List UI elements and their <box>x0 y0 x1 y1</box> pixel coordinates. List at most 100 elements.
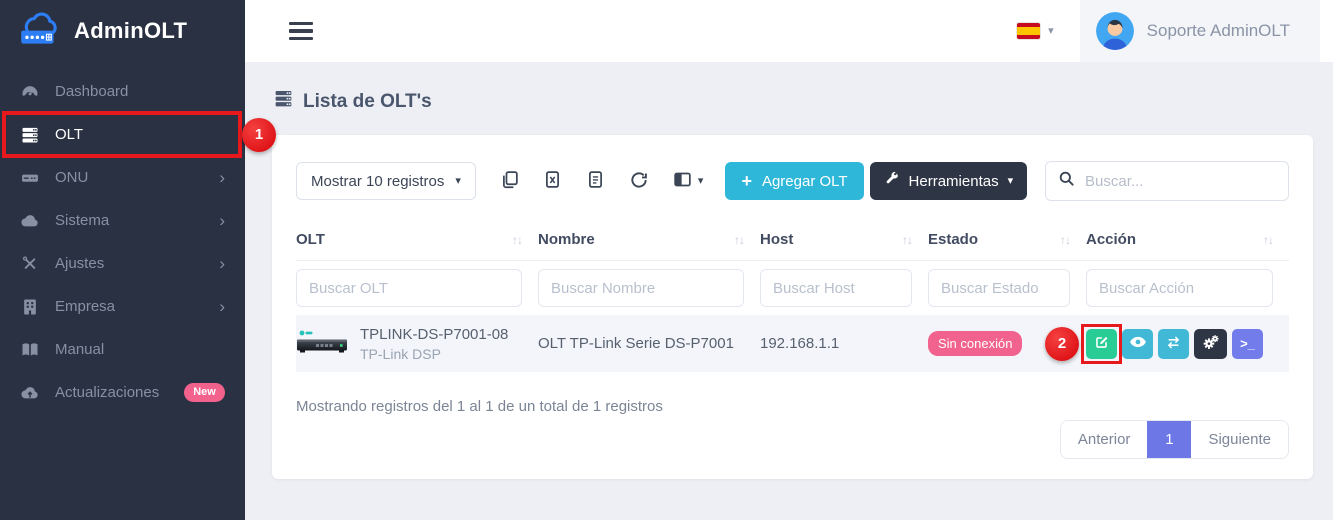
status-badge: Sin conexión <box>928 331 1022 356</box>
page-length-dropdown[interactable]: Mostrar 10 registros ▾ <box>296 162 476 200</box>
device-icon <box>20 168 40 188</box>
sidebar-item-olt[interactable]: OLT 1 <box>0 113 245 156</box>
menu-toggle-button[interactable] <box>289 18 313 45</box>
topbar: ▾ Soporte AdminOLT <box>245 0 1333 62</box>
sidebar-item-label: Actualizaciones <box>55 384 159 401</box>
sort-icon: ↑↓ <box>734 233 744 247</box>
refresh-icon <box>629 170 649 193</box>
sidebar: AdminOLT Dashboard OLT 1 <box>0 0 245 520</box>
copy-icon <box>500 170 519 192</box>
book-icon <box>20 340 40 360</box>
column-header-nombre[interactable]: Nombre ↑↓ <box>538 231 760 248</box>
caret-down-icon: ▾ <box>698 176 704 187</box>
sidebar-item-label: Ajustes <box>55 255 104 272</box>
server-icon <box>273 88 294 115</box>
edit-olt-button[interactable] <box>1086 329 1117 359</box>
topbar-right: ▾ Soporte AdminOLT <box>991 0 1333 62</box>
add-olt-button[interactable]: + Agregar OLT <box>725 162 863 200</box>
user-menu[interactable]: Soporte AdminOLT <box>1080 0 1320 62</box>
sort-icon: ↑↓ <box>1263 233 1273 247</box>
sidebar-item-label: ONU <box>55 169 88 186</box>
sidebar-item-dashboard[interactable]: Dashboard <box>0 70 245 113</box>
avatar <box>1096 12 1134 50</box>
tools-dropdown-button[interactable]: Herramientas ▾ <box>870 162 1028 200</box>
sidebar-item-sistema[interactable]: Sistema › <box>0 199 245 242</box>
plus-icon: + <box>741 172 752 190</box>
table-columns-icon <box>673 170 692 192</box>
new-badge: New <box>184 383 225 402</box>
sort-icon: ↑↓ <box>902 233 912 247</box>
sidebar-item-label: Empresa <box>55 298 115 315</box>
column-header-olt[interactable]: OLT ↑↓ <box>296 231 538 248</box>
spain-flag-icon <box>1017 23 1040 39</box>
filter-estado-input[interactable] <box>928 269 1070 307</box>
exchange-button[interactable] <box>1158 329 1189 359</box>
filter-nombre-input[interactable] <box>538 269 744 307</box>
tools-label: Herramientas <box>909 173 999 190</box>
table-controls: Mostrar 10 registros ▾ <box>296 161 1289 201</box>
pagination-next-button[interactable]: Siguiente <box>1191 421 1288 458</box>
language-dropdown[interactable]: ▾ <box>991 23 1080 39</box>
search-icon <box>1058 170 1075 192</box>
sidebar-item-ajustes[interactable]: Ajustes › <box>0 242 245 285</box>
export-file-button[interactable] <box>586 170 605 192</box>
main-content: Lista de OLT's Mostrar 10 registros ▾ <box>245 62 1333 520</box>
search-input[interactable] <box>1085 173 1276 190</box>
terminal-button[interactable]: >_ <box>1232 329 1263 359</box>
column-visibility-button[interactable]: ▾ <box>673 170 704 192</box>
export-excel-button[interactable] <box>543 170 562 192</box>
caret-down-icon: ▾ <box>1048 26 1054 37</box>
refresh-button[interactable] <box>629 170 649 193</box>
column-label: Nombre <box>538 231 595 248</box>
sidebar-item-label: Dashboard <box>55 83 128 100</box>
edit-icon <box>1093 334 1110 354</box>
column-label: Host <box>760 231 793 248</box>
table-row: TPLINK-DS-P7001-08 TP-Link DSP OLT TP-Li… <box>296 315 1289 372</box>
export-toolbar: ▾ <box>500 170 704 193</box>
pagination-prev-button[interactable]: Anterior <box>1061 421 1148 458</box>
filter-host-input[interactable] <box>760 269 912 307</box>
cloud-router-logo-icon <box>16 10 64 53</box>
column-label: Acción <box>1086 231 1136 248</box>
action-cell: 2 <box>1086 329 1289 359</box>
chevron-right-icon: › <box>219 212 225 229</box>
filter-accion-input[interactable] <box>1086 269 1273 307</box>
table-filter-row <box>296 261 1289 315</box>
settings-button[interactable] <box>1194 329 1227 359</box>
exchange-arrows-icon <box>1165 334 1182 354</box>
estado-cell: Sin conexión <box>928 331 1086 356</box>
pagination-page-1-button[interactable]: 1 <box>1147 421 1191 458</box>
column-header-accion[interactable]: Acción ↑↓ <box>1086 231 1289 248</box>
cogs-icon <box>1202 333 1220 354</box>
view-olt-button[interactable] <box>1122 329 1153 359</box>
chevron-right-icon: › <box>219 255 225 272</box>
brand-logo[interactable]: AdminOLT <box>0 0 245 62</box>
sort-icon: ↑↓ <box>1060 233 1070 247</box>
caret-down-icon: ▾ <box>1008 176 1014 187</box>
sidebar-item-label: Sistema <box>55 212 109 229</box>
olt-model: TPLINK-DS-P7001-08 <box>360 326 508 343</box>
page-length-label: Mostrar 10 registros <box>311 173 444 190</box>
global-search <box>1045 161 1289 201</box>
column-header-estado[interactable]: Estado ↑↓ <box>928 231 1086 248</box>
olt-device-thumbnail <box>296 327 348 361</box>
copy-button[interactable] <box>500 170 519 192</box>
sidebar-item-actualizaciones[interactable]: Actualizaciones New <box>0 371 245 414</box>
column-label: Estado <box>928 231 978 248</box>
app-window: AdminOLT Dashboard OLT 1 <box>0 0 1333 520</box>
add-olt-label: Agregar OLT <box>762 173 848 190</box>
sidebar-item-onu[interactable]: ONU › <box>0 156 245 199</box>
olt-list-card: Mostrar 10 registros ▾ <box>272 135 1313 479</box>
olt-cell: TPLINK-DS-P7001-08 TP-Link DSP <box>296 326 538 362</box>
table-info: Mostrando registros del 1 al 1 de un tot… <box>296 398 1289 415</box>
page-title: Lista de OLT's <box>273 88 1333 115</box>
column-header-host[interactable]: Host ↑↓ <box>760 231 928 248</box>
pagination: Anterior 1 Siguiente <box>1060 420 1289 459</box>
filter-olt-input[interactable] <box>296 269 522 307</box>
host-cell: 192.168.1.1 <box>760 335 928 352</box>
olt-type: TP-Link DSP <box>360 346 508 362</box>
sidebar-item-manual[interactable]: Manual <box>0 328 245 371</box>
cloud-upload-icon <box>20 383 40 403</box>
file-text-icon <box>586 170 605 192</box>
sidebar-item-empresa[interactable]: Empresa › <box>0 285 245 328</box>
